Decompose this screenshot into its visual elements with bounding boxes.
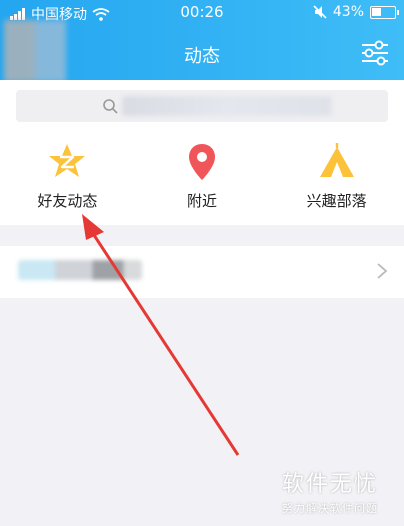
shortcut-label: 好友动态: [37, 192, 98, 210]
app-header: 中国移动 00:26 43% 动态: [0, 0, 404, 82]
shortcut-bar: 好友动态 附近 兴趣部落: [0, 130, 404, 225]
shortcut-nearby[interactable]: 附近: [135, 130, 270, 225]
shortcut-label: 附近: [187, 192, 218, 210]
list-item[interactable]: [0, 246, 404, 298]
shortcut-interest-tribe[interactable]: 兴趣部落: [269, 130, 404, 225]
battery-icon: [370, 5, 399, 19]
search-section: [0, 80, 404, 130]
shortcut-label: 兴趣部落: [306, 192, 367, 210]
list-item-blurred-content: [18, 260, 142, 280]
search-placeholder-blurred: [122, 96, 332, 116]
tent-icon: [319, 143, 354, 177]
filter-settings-icon[interactable]: [360, 40, 390, 66]
watermark-title: 软件无忧: [282, 472, 379, 497]
search-input[interactable]: [16, 90, 388, 122]
shortcut-friend-feed[interactable]: 好友动态: [0, 130, 135, 225]
mute-icon: [313, 5, 327, 19]
watermark-subtitle: 努力解决软件问题: [282, 502, 378, 515]
qzone-star-icon: [49, 144, 86, 177]
watermark: 软件无忧 努力解决软件问题: [282, 466, 400, 522]
battery-percent: 43%: [332, 4, 364, 20]
search-icon: [103, 99, 118, 114]
location-pin-icon: [189, 144, 215, 180]
page-title: 动态: [184, 46, 220, 67]
chevron-right-icon: [377, 263, 388, 279]
